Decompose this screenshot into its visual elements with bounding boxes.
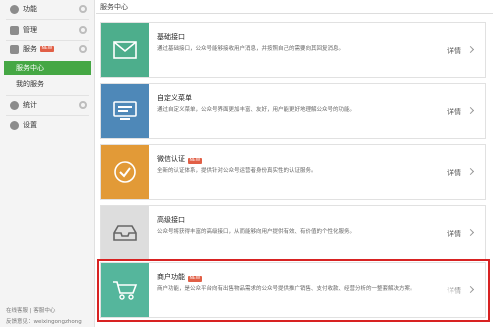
gear-icon xyxy=(79,26,87,34)
mail-icon xyxy=(101,23,149,77)
menu-window-icon xyxy=(101,84,149,138)
card-title: 基础接口 xyxy=(157,33,185,41)
sidebar-item-settings[interactable]: 设置 xyxy=(0,116,95,134)
gear-icon xyxy=(79,45,87,53)
card-description: 通过基础接口，公众号能够接收用户消息，并按照自己的需要向其回复消息。 xyxy=(157,46,345,52)
footer-feedback: 反馈意见：weixingongzhong xyxy=(6,319,82,325)
card-description: 全新的认证体系，提供针对公众号运营者身份真实性的认证服务。 xyxy=(157,168,317,174)
card-title: 微信认证 NEW xyxy=(157,154,202,164)
card-title: 高级接口 xyxy=(157,216,185,224)
details-link[interactable]: 详情 xyxy=(447,229,461,239)
chevron-right-icon[interactable] xyxy=(466,45,475,54)
chevron-right-icon[interactable] xyxy=(466,106,475,115)
service-card-advanced-api[interactable]: 高级接口 公众号将获得丰富的高级接口，从而能够向用户提供有效、有价值的个性化服务… xyxy=(100,205,486,261)
function-icon xyxy=(10,4,19,14)
sidebar-item-label: 管理 xyxy=(23,26,37,34)
service-card-custom-menu[interactable]: 自定义菜单 通过自定义菜单，公众号界面更加丰富、友好，用户能更好地理解公众号的功… xyxy=(100,83,486,139)
chevron-right-icon[interactable] xyxy=(466,167,475,176)
service-card-verification[interactable]: 微信认证 NEW 全新的认证体系，提供针对公众号运营者身份真实性的认证服务。 详情 xyxy=(100,144,486,200)
new-badge: NEW xyxy=(188,276,202,282)
sidebar-sub-item-label: 服务中心 xyxy=(16,64,44,72)
card-description: 通过自定义菜单，公众号界面更加丰富、友好，用户能更好地理解公众号的功能。 xyxy=(157,107,356,113)
details-link[interactable]: 详情 xyxy=(447,46,461,56)
check-icon xyxy=(101,145,149,199)
card-description: 公众号将获得丰富的高级接口，从而能够向用户提供有效、有价值的个性化服务。 xyxy=(157,229,356,235)
card-title: 自定义菜单 xyxy=(157,94,192,102)
new-badge: NEW xyxy=(40,46,54,52)
sidebar-item-stats[interactable]: 统计 xyxy=(0,96,95,114)
manage-icon xyxy=(10,25,19,35)
sidebar-item-label: 统计 xyxy=(23,101,37,109)
sidebar-sub-item-label: 我的服务 xyxy=(16,80,44,88)
sidebar-item-manage[interactable]: 管理 xyxy=(0,21,95,39)
card-title: 商户功能 NEW xyxy=(157,272,202,282)
details-link[interactable]: 详情 xyxy=(447,107,461,117)
service-icon xyxy=(10,44,19,54)
sidebar-item-label: 服务 xyxy=(23,45,37,53)
sidebar-item-label: 设置 xyxy=(23,121,37,129)
gear-icon xyxy=(79,101,87,109)
sidebar-item-function[interactable]: 功能 xyxy=(0,0,95,18)
card-title-text: 商户功能 xyxy=(157,273,185,281)
new-badge: NEW xyxy=(188,158,202,164)
footer-links[interactable]: 在线客服 | 客服中心 xyxy=(6,306,55,314)
card-title-text: 微信认证 xyxy=(157,155,185,163)
sidebar-sub-item-my-services[interactable]: 我的服务 xyxy=(4,77,91,91)
sidebar-sub-item-service-center[interactable]: 服务中心 xyxy=(4,61,91,75)
stats-icon xyxy=(10,100,19,110)
cart-icon xyxy=(101,263,149,317)
sidebar-item-label: 功能 xyxy=(23,5,37,13)
sidebar: 功能 管理 服务 NEW 服务中心 我的服务 统计 设置 在线客服 | 客服中心… xyxy=(0,0,95,327)
divider xyxy=(6,19,89,20)
sidebar-item-service[interactable]: 服务 NEW xyxy=(0,40,95,58)
settings-icon xyxy=(10,120,19,130)
card-description: 商户功能，是公众平台向有出售物品需求的公众号提供推广销售、支付收款、经营分析的一… xyxy=(157,286,416,292)
blurred-overlay xyxy=(400,282,470,316)
details-link[interactable]: 详情 xyxy=(447,168,461,178)
page-title: 服务中心 xyxy=(100,3,128,11)
tray-icon xyxy=(101,206,149,260)
chevron-right-icon[interactable] xyxy=(466,228,475,237)
header-divider xyxy=(96,13,493,14)
service-card-basic-api[interactable]: 基础接口 通过基础接口，公众号能够接收用户消息，并按照自己的需要向其回复消息。 … xyxy=(100,22,486,78)
gear-icon xyxy=(79,5,87,13)
